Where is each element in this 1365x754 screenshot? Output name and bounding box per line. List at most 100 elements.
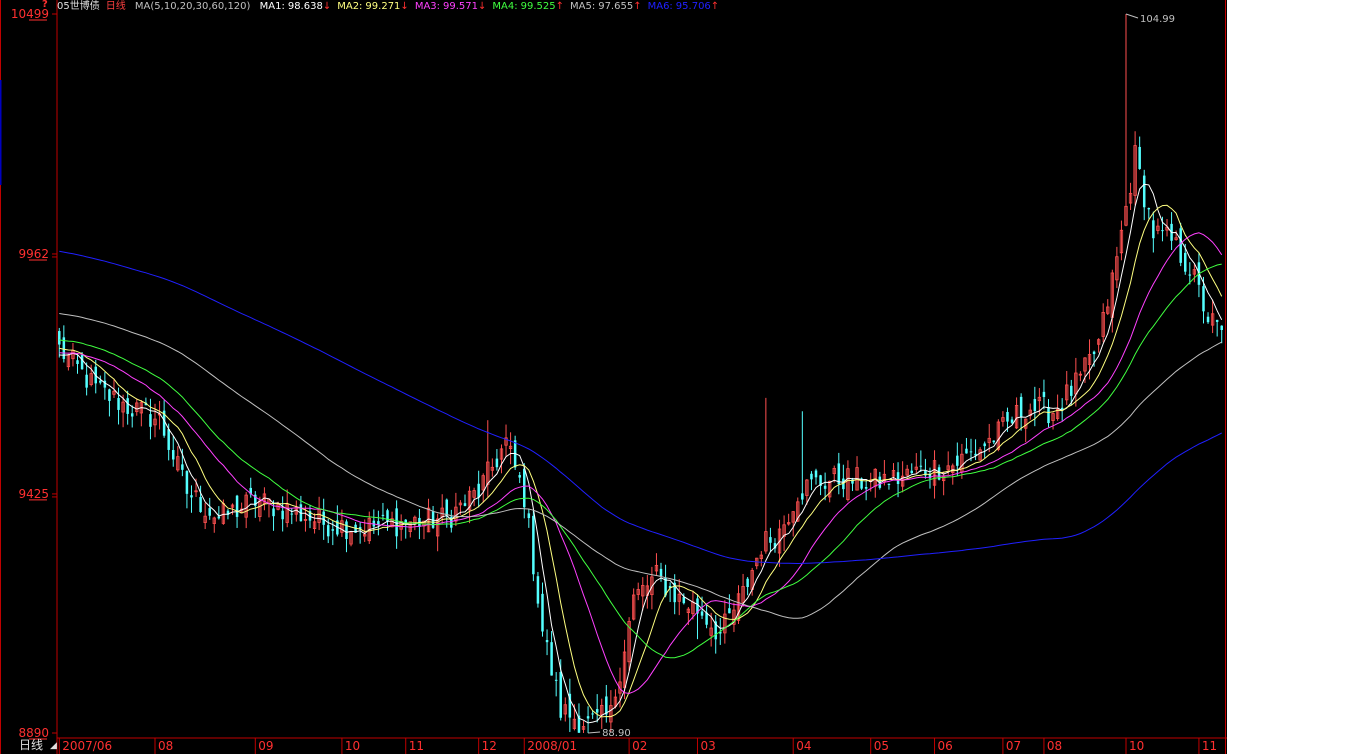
candle-body bbox=[463, 503, 467, 506]
candle-body bbox=[769, 537, 772, 543]
candle-body bbox=[1042, 391, 1046, 398]
candle-body bbox=[700, 611, 704, 616]
candle-body bbox=[864, 487, 868, 489]
candle-body bbox=[1215, 319, 1219, 322]
candle-body bbox=[235, 495, 239, 517]
candle-body bbox=[605, 696, 608, 715]
annotation-leader bbox=[588, 731, 601, 734]
x-tick-label: 10 bbox=[1129, 739, 1144, 753]
candle-body bbox=[326, 525, 330, 537]
annotation-leader bbox=[1125, 13, 1139, 19]
y-tick-label: 9962 bbox=[18, 247, 49, 261]
candle-body bbox=[1202, 286, 1205, 312]
candle-body bbox=[495, 458, 499, 468]
candle-body bbox=[76, 360, 79, 364]
high-price-label: 104.99 bbox=[1140, 14, 1175, 25]
candle-body bbox=[1142, 175, 1146, 208]
candle-body bbox=[85, 374, 88, 388]
candle-body bbox=[728, 608, 731, 614]
candle-body bbox=[1179, 228, 1182, 263]
x-tick-label: 09 bbox=[258, 739, 273, 753]
candle-body bbox=[272, 508, 275, 517]
candle-body bbox=[1006, 411, 1009, 422]
candle-body bbox=[1161, 230, 1164, 232]
candle-body bbox=[185, 471, 189, 494]
candle-body bbox=[1138, 146, 1141, 169]
candle-body bbox=[322, 511, 325, 525]
ma2-line bbox=[59, 204, 1223, 718]
candle-body bbox=[1060, 407, 1064, 410]
candle-body bbox=[545, 640, 549, 643]
candle-body bbox=[1206, 316, 1210, 323]
candle-body bbox=[1147, 207, 1151, 210]
x-tick-label: 04 bbox=[796, 739, 811, 753]
candle-body bbox=[532, 515, 535, 575]
x-tick-label: 07 bbox=[1006, 739, 1021, 753]
candle-body bbox=[595, 709, 599, 713]
period-selector[interactable]: 日线 bbox=[19, 738, 43, 753]
ma1-line bbox=[59, 183, 1223, 724]
low-price-label: 88.90 bbox=[602, 728, 631, 739]
candle-body bbox=[1152, 220, 1155, 239]
candle-body bbox=[345, 521, 348, 540]
candle-body bbox=[523, 468, 526, 508]
y-tick-label: 9425 bbox=[18, 487, 49, 501]
candle-body bbox=[1092, 351, 1096, 355]
candle-body bbox=[550, 642, 553, 676]
candle-body bbox=[58, 331, 61, 345]
candle-body bbox=[956, 455, 959, 466]
candle-body bbox=[445, 499, 449, 516]
y-tick-label: 10499 bbox=[11, 7, 49, 21]
x-tick-label: 10 bbox=[345, 739, 360, 753]
x-tick-label: 08 bbox=[1047, 739, 1062, 753]
candle-body bbox=[171, 450, 175, 460]
candle-body bbox=[1188, 274, 1192, 276]
candle-body bbox=[823, 485, 827, 489]
x-tick-label: 2008/01 bbox=[527, 739, 577, 753]
x-tick-label: 05 bbox=[874, 739, 889, 753]
candle-body bbox=[149, 414, 152, 427]
candle-body bbox=[290, 513, 294, 515]
candle-body bbox=[477, 483, 480, 498]
candle-body bbox=[527, 513, 531, 519]
candle-body bbox=[1220, 325, 1223, 331]
candle-body bbox=[1010, 419, 1014, 423]
candle-body bbox=[887, 483, 891, 486]
candle-body bbox=[541, 593, 544, 632]
candle-body bbox=[559, 672, 562, 718]
period-arrow-icon[interactable]: ◢ bbox=[50, 742, 57, 751]
candle-body bbox=[983, 443, 986, 447]
candle-body bbox=[910, 470, 913, 474]
x-tick-label: 08 bbox=[158, 739, 173, 753]
candle-body bbox=[108, 389, 111, 401]
candle-body bbox=[99, 380, 102, 383]
candle-body bbox=[896, 472, 900, 484]
x-tick-label: 11 bbox=[409, 739, 424, 753]
candle-body bbox=[126, 398, 129, 414]
candlestick-chart[interactable]: 104999962942588902007/06 08 09 10 11 12 2008/0… bbox=[0, 0, 1227, 754]
candle-body bbox=[919, 465, 923, 467]
candle-body bbox=[377, 521, 380, 525]
candle-body bbox=[536, 576, 540, 604]
candle-body bbox=[746, 578, 749, 588]
candle-body bbox=[208, 508, 211, 516]
x-tick-label: 11 bbox=[1202, 739, 1217, 753]
ma5-line bbox=[59, 313, 1222, 619]
x-tick-label: 06 bbox=[938, 739, 953, 753]
candle-body bbox=[659, 568, 663, 577]
candle-body bbox=[591, 713, 594, 715]
candle-body bbox=[518, 475, 521, 478]
candle-body bbox=[1183, 252, 1187, 272]
candle-body bbox=[965, 448, 968, 454]
candle-body bbox=[1019, 396, 1023, 418]
candle-body bbox=[281, 510, 284, 520]
ma3-line bbox=[59, 232, 1223, 695]
x-tick-label: 2007/06 bbox=[62, 739, 112, 753]
candle-body bbox=[1070, 385, 1073, 396]
candle-body bbox=[404, 519, 407, 524]
candle-body bbox=[117, 398, 120, 410]
candle-body bbox=[381, 514, 385, 516]
x-tick-label: 02 bbox=[632, 739, 647, 753]
candle-body bbox=[705, 612, 708, 625]
ma4-line bbox=[59, 263, 1222, 659]
